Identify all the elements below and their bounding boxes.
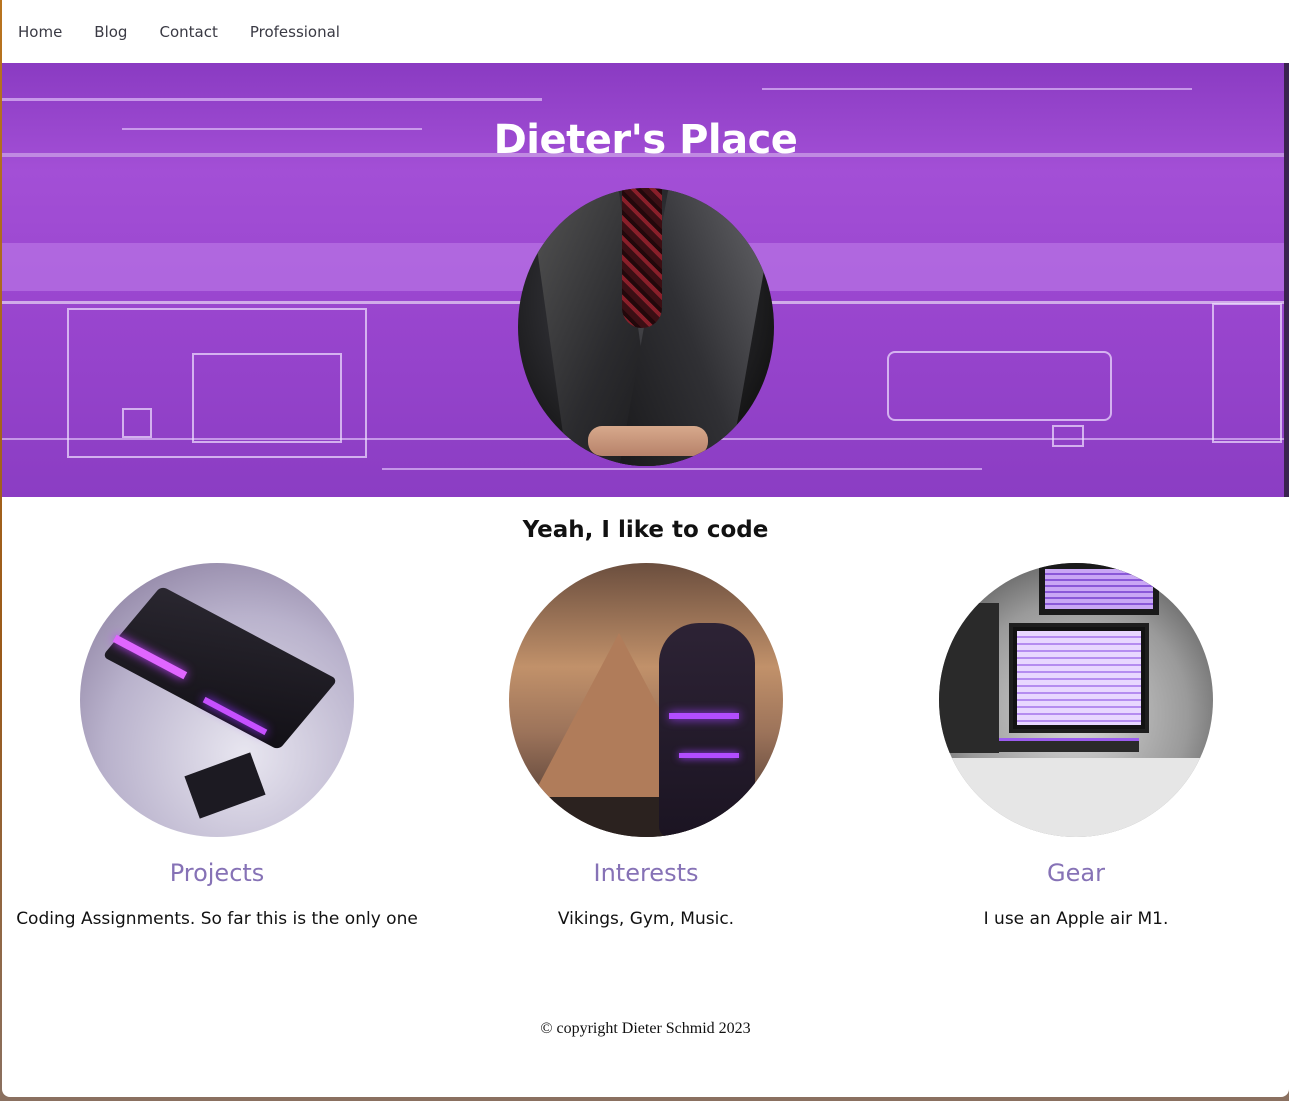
hero-decor-block (192, 353, 342, 443)
knight-glow (679, 753, 739, 758)
card-description: Vikings, Gym, Music. (557, 909, 735, 929)
nav-blog-link[interactable]: Blog (94, 23, 127, 41)
page: Home Blog Contact Professional Dieter's … (2, 0, 1289, 1097)
card-interests: Interests Vikings, Gym, Music. (431, 543, 861, 929)
projects-image (80, 563, 354, 837)
avatar-hands (588, 426, 708, 456)
monitor-screen (1045, 569, 1153, 609)
footer-copyright: © copyright Dieter Schmid 2023 (540, 1020, 751, 1037)
profile-avatar (518, 188, 774, 466)
nav-contact-link[interactable]: Contact (159, 23, 217, 41)
desk-shape (939, 758, 1213, 837)
site-title: Dieter's Place (493, 117, 798, 163)
hero-decor-block (1212, 303, 1282, 443)
card-description: I use an Apple air M1. (983, 909, 1169, 929)
cards-section: Projects Coding Assignments. So far this… (2, 543, 1289, 943)
nav-professional-link[interactable]: Professional (250, 23, 340, 41)
interests-image (509, 563, 783, 837)
chip-shape (184, 752, 266, 819)
knight-glow (669, 713, 739, 719)
tagline: Yeah, I like to code (522, 517, 769, 543)
hero-decor-block (122, 408, 152, 438)
avatar-tie (622, 188, 662, 328)
card-title: Projects (169, 859, 265, 887)
card-title: Gear (1047, 859, 1105, 887)
top-nav: Home Blog Contact Professional (2, 0, 1289, 63)
hero-decor-block (1052, 425, 1084, 447)
hero-decor-line (2, 98, 542, 101)
gear-image (939, 563, 1213, 837)
card-title: Interests (593, 859, 699, 887)
nav-home-link[interactable]: Home (18, 23, 62, 41)
hero-banner: Dieter's Place (2, 63, 1289, 497)
monitor-screen (1017, 631, 1141, 725)
knight-shape (659, 623, 755, 837)
hero-decor-line (382, 468, 982, 470)
keyboard-shape (999, 738, 1139, 752)
card-description: Coding Assignments. So far this is the o… (16, 909, 418, 929)
card-projects: Projects Coding Assignments. So far this… (2, 543, 432, 929)
hero-decor-line (762, 88, 1192, 90)
gpu-shape (102, 585, 338, 751)
card-gear: Gear I use an Apple air M1. (861, 543, 1289, 929)
pc-tower-shape (939, 603, 999, 753)
hero-decor-block (887, 351, 1112, 421)
